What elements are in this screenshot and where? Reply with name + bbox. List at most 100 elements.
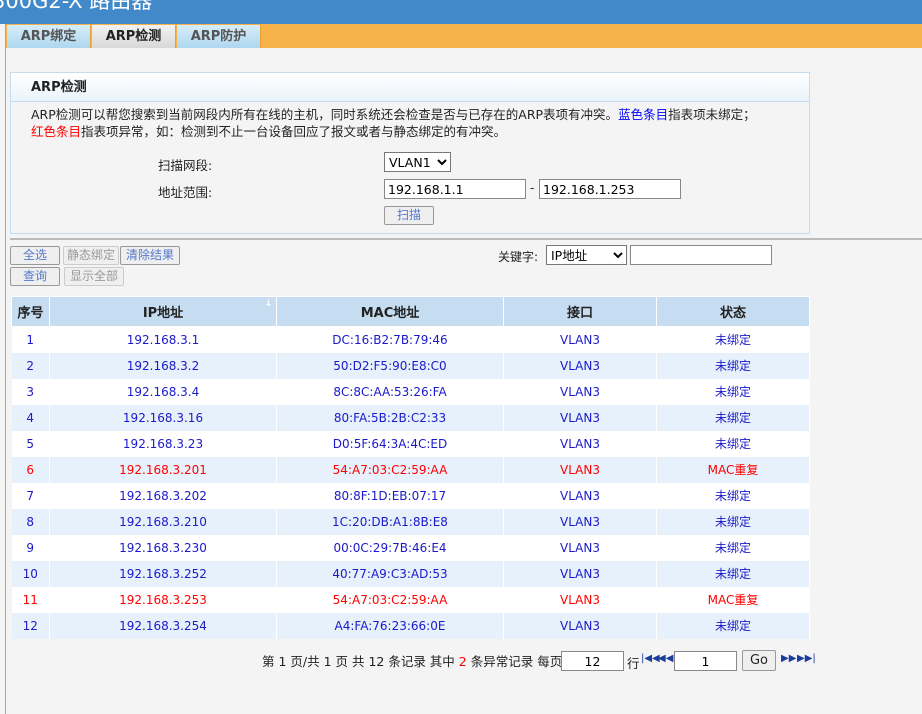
- table-row[interactable]: 11 192.168.3.253 54:A7:03:C2:59:AA VLAN3 MAC…: [11, 586, 810, 613]
- cell-mac: 54:A7:03:C2:59:AA: [276, 456, 504, 483]
- cell-interface: VLAN3: [503, 612, 657, 639]
- cell-mac: 80:FA:5B:2B:C2:33: [276, 404, 504, 431]
- cell-mac: 80:8F:1D:EB:07:17: [276, 482, 504, 509]
- page-input[interactable]: [674, 651, 737, 671]
- cell-interface: VLAN3: [503, 586, 657, 613]
- col-index[interactable]: 序号: [11, 296, 50, 327]
- table-row[interactable]: 4 192.168.3.16 80:FA:5B:2B:C2:33 VLAN3 未绑定: [11, 404, 810, 431]
- description: ARP检测可以帮您搜索到当前网段内所有在线的主机，同时系统还会检查是否与已存在的…: [11, 102, 809, 140]
- table-row[interactable]: 3 192.168.3.4 8C:8C:AA:53:26:FA VLAN3 未绑定: [11, 378, 810, 405]
- scan-button[interactable]: 扫描: [384, 206, 434, 225]
- scan-segment-label: 扫描网段:: [158, 158, 213, 173]
- cell-status: 未绑定: [656, 378, 810, 405]
- col-ip-label: IP地址: [142, 306, 184, 321]
- table-row[interactable]: 10 192.168.3.252 40:77:A9:C3:AD:53 VLAN3 未绑定: [11, 560, 810, 587]
- cell-ip: 192.168.3.4: [49, 378, 277, 405]
- vlan-select[interactable]: VLAN1: [384, 152, 451, 172]
- panel-heading: ARP检测: [11, 73, 809, 102]
- cell-index: 6: [11, 456, 50, 483]
- keyword-label: 关键字:: [498, 250, 539, 264]
- cell-status: 未绑定: [656, 326, 810, 353]
- desc-red: 红色条目: [31, 124, 82, 139]
- cell-mac: 00:0C:29:7B:46:E4: [276, 534, 504, 561]
- cell-ip: 192.168.3.230: [49, 534, 277, 561]
- window-title: 300G2-X 路由器: [0, 0, 922, 24]
- arp-table: 序号 IP地址 ↓ MAC地址 接口 状态 1 192.168.3.1 DC:16:B…: [11, 296, 810, 639]
- table-row[interactable]: 6 192.168.3.201 54:A7:03:C2:59:AA VLAN3 MAC重…: [11, 456, 810, 483]
- pager-text: 第 1 页/共 1 页 共 12 条记录 其中: [262, 654, 459, 669]
- next-page-icon[interactable]: ▶▶: [781, 653, 796, 664]
- cell-ip: 192.168.3.252: [49, 560, 277, 587]
- range-end-input[interactable]: [539, 179, 681, 199]
- tab-bar: ARP绑定 ARP检测 ARP防护: [5, 24, 922, 48]
- show-all-button[interactable]: 显示全部: [64, 267, 124, 286]
- cell-status: 未绑定: [656, 612, 810, 639]
- go-button[interactable]: Go: [742, 650, 776, 671]
- col-interface[interactable]: 接口: [503, 296, 657, 327]
- arp-detect-panel: ARP检测 ARP检测可以帮您搜索到当前网段内所有在线的主机，同时系统还会检查是…: [10, 72, 810, 234]
- cell-mac: DC:16:B2:7B:79:46: [276, 326, 504, 353]
- sort-arrow-icon: ↓: [264, 299, 272, 309]
- cell-ip: 192.168.3.1: [49, 326, 277, 353]
- abnormal-count: 2: [458, 654, 467, 669]
- desc-text-3: 指表项异常，如：检测到不止一台设备回应了报文或者与静态绑定的有冲突。: [81, 124, 507, 139]
- rows-label: 行: [627, 656, 640, 671]
- cell-interface: VLAN3: [503, 404, 657, 431]
- cell-status: 未绑定: [656, 430, 810, 457]
- range-start-input[interactable]: [384, 179, 526, 199]
- cell-interface: VLAN3: [503, 352, 657, 379]
- cell-status: 未绑定: [656, 352, 810, 379]
- range-separator: -: [530, 181, 535, 195]
- first-page-icon[interactable]: |◀◀: [641, 653, 660, 664]
- cell-index: 2: [11, 352, 50, 379]
- cell-status: 未绑定: [656, 404, 810, 431]
- keyword-field-select[interactable]: IP地址: [546, 245, 627, 265]
- table-row[interactable]: 8 192.168.3.210 1C:20:DB:A1:8B:E8 VLAN3 未绑定: [11, 508, 810, 535]
- cell-status: MAC重复: [656, 456, 810, 483]
- table-row[interactable]: 7 192.168.3.202 80:8F:1D:EB:07:17 VLAN3 未绑定: [11, 482, 810, 509]
- cell-mac: A4:FA:76:23:66:0E: [276, 612, 504, 639]
- per-page-input[interactable]: [561, 651, 624, 671]
- tab-arp-protect[interactable]: ARP防护: [177, 25, 261, 48]
- table-row[interactable]: 1 192.168.3.1 DC:16:B2:7B:79:46 VLAN3 未绑定: [11, 326, 810, 353]
- cell-index: 12: [11, 612, 50, 639]
- table-row[interactable]: 9 192.168.3.230 00:0C:29:7B:46:E4 VLAN3 未绑定: [11, 534, 810, 561]
- table-row[interactable]: 12 192.168.3.254 A4:FA:76:23:66:0E VLAN3 未绑定: [11, 612, 810, 639]
- last-page-icon[interactable]: ▶▶|: [797, 653, 816, 664]
- prev-page-icon[interactable]: ◀◀: [658, 653, 673, 664]
- cell-interface: VLAN3: [503, 482, 657, 509]
- cell-mac: 8C:8C:AA:53:26:FA: [276, 378, 504, 405]
- desc-blue: 蓝色条目: [618, 107, 669, 122]
- cell-mac: 40:77:A9:C3:AD:53: [276, 560, 504, 587]
- select-all-button[interactable]: 全选: [10, 246, 60, 265]
- table-row[interactable]: 2 192.168.3.2 50:D2:F5:90:E8:C0 VLAN3 未绑定: [11, 352, 810, 379]
- clear-results-button[interactable]: 清除结果: [120, 246, 180, 265]
- query-button[interactable]: 查询: [10, 267, 60, 286]
- cell-index: 7: [11, 482, 50, 509]
- cell-ip: 192.168.3.210: [49, 508, 277, 535]
- tab-arp-detect[interactable]: ARP检测: [92, 25, 176, 48]
- col-mac[interactable]: MAC地址: [276, 296, 504, 327]
- cell-status: 未绑定: [656, 482, 810, 509]
- cell-ip: 192.168.3.16: [49, 404, 277, 431]
- cell-ip: 192.168.3.201: [49, 456, 277, 483]
- col-status[interactable]: 状态: [656, 296, 810, 327]
- tab-arp-bind[interactable]: ARP绑定: [7, 25, 91, 48]
- keyword-input[interactable]: [630, 245, 772, 265]
- table-row[interactable]: 5 192.168.3.23 D0:5F:64:3A:4C:ED VLAN3 未绑定: [11, 430, 810, 457]
- cell-index: 3: [11, 378, 50, 405]
- cell-status: 未绑定: [656, 560, 810, 587]
- cell-interface: VLAN3: [503, 560, 657, 587]
- table-header: 序号 IP地址 ↓ MAC地址 接口 状态: [11, 296, 810, 327]
- static-bind-button[interactable]: 静态绑定: [63, 246, 119, 265]
- cell-interface: VLAN3: [503, 430, 657, 457]
- cell-ip: 192.168.3.254: [49, 612, 277, 639]
- col-ip[interactable]: IP地址 ↓: [49, 296, 277, 327]
- cell-index: 11: [11, 586, 50, 613]
- cell-mac: 50:D2:F5:90:E8:C0: [276, 352, 504, 379]
- left-border: [5, 48, 6, 714]
- cell-status: 未绑定: [656, 534, 810, 561]
- cell-ip: 192.168.3.23: [49, 430, 277, 457]
- cell-ip: 192.168.3.2: [49, 352, 277, 379]
- cell-interface: VLAN3: [503, 378, 657, 405]
